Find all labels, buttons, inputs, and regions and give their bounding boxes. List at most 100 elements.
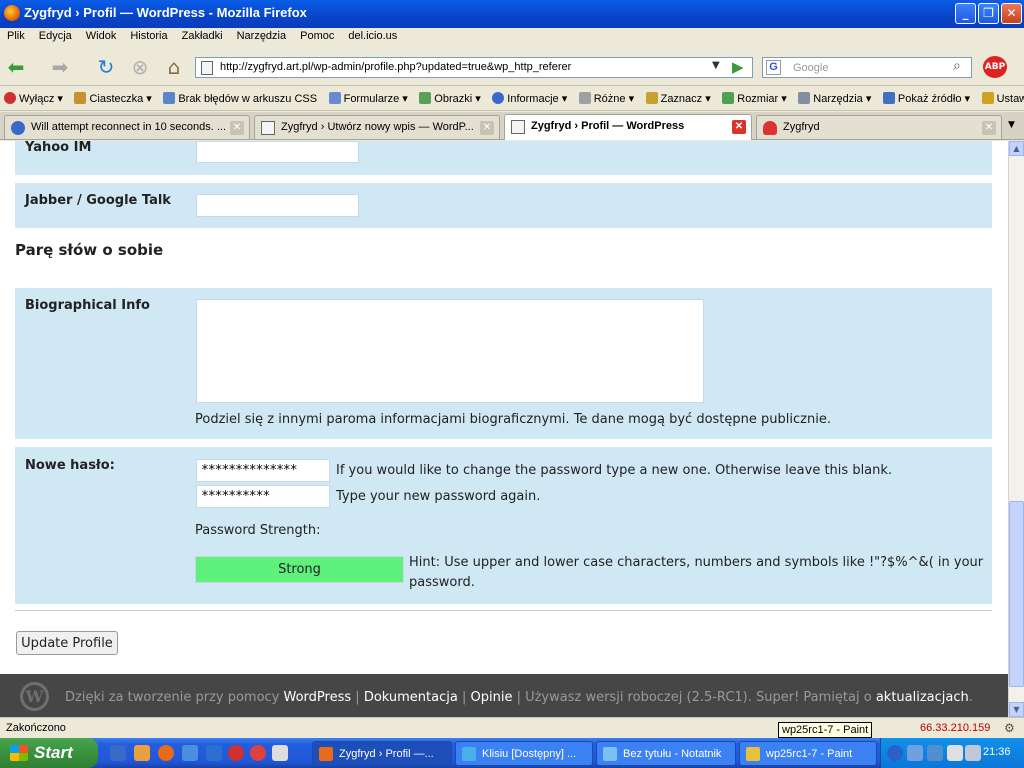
- tray-network-icon[interactable]: [907, 745, 923, 761]
- menu-narzedzia[interactable]: Narzędzia: [230, 28, 294, 44]
- yahoo-input[interactable]: [196, 141, 359, 163]
- footer-feedback-link[interactable]: Opinie: [471, 690, 513, 705]
- menu-plik[interactable]: Plik: [0, 28, 32, 44]
- bio-textarea[interactable]: [196, 299, 704, 403]
- page-icon: [201, 61, 213, 75]
- wordpress-logo-icon: W: [20, 682, 49, 711]
- menu-edycja[interactable]: Edycja: [32, 28, 79, 44]
- reload-icon[interactable]: ↻: [94, 56, 118, 78]
- password-hint: If you would like to change the password…: [336, 463, 893, 478]
- toolbar-item-rozmiar[interactable]: Rozmiar ▾: [718, 87, 791, 105]
- tab-profile[interactable]: Zygfryd › Profil — WordPress ✕: [504, 114, 752, 140]
- minimize-button[interactable]: _: [955, 3, 976, 24]
- quicklaunch-explorer-icon[interactable]: [206, 745, 222, 761]
- toolbar-item-obrazki[interactable]: Obrazki ▾: [415, 87, 484, 105]
- tab-close-icon[interactable]: ✕: [480, 121, 494, 135]
- system-tray: 21:36: [880, 738, 1024, 768]
- tab-reconnect[interactable]: Will attempt reconnect in 10 seconds. ..…: [4, 115, 250, 139]
- quicklaunch-tool-icon[interactable]: [272, 745, 288, 761]
- menu-widok[interactable]: Widok: [79, 28, 124, 44]
- search-box[interactable]: G Google ⌕: [762, 57, 972, 78]
- toolbar-item-ustawienia[interactable]: Ustawien: [978, 87, 1024, 105]
- taskbar-button-messenger[interactable]: Klisiu [Dostępny] ...: [455, 741, 593, 766]
- strength-hint-line-1: Hint: Use upper and lower case character…: [409, 555, 984, 570]
- go-arrow-icon[interactable]: ▶: [732, 58, 744, 76]
- quicklaunch-ie-icon[interactable]: [182, 745, 198, 761]
- home-icon[interactable]: ⌂: [162, 56, 186, 78]
- password-confirm-input[interactable]: **********: [196, 485, 330, 508]
- back-arrow-icon[interactable]: ⬅: [4, 56, 28, 78]
- password-input[interactable]: **************: [196, 459, 330, 482]
- toolbar-item-narzedzia[interactable]: Narzędzia ▾: [794, 87, 875, 105]
- quicklaunch-desktop-icon[interactable]: [110, 745, 126, 761]
- password-confirm-hint: Type your new password again.: [336, 489, 541, 504]
- divider: [15, 610, 992, 611]
- toolbar-item-zaznacz[interactable]: Zaznacz ▾: [642, 87, 715, 105]
- page-content: Yahoo IM Jabber / Google Talk Parę słów …: [0, 141, 1008, 717]
- jabber-label: Jabber / Google Talk: [25, 193, 171, 208]
- address-bar[interactable]: http://zygfryd.art.pl/wp-admin/profile.p…: [195, 57, 753, 78]
- stop-icon[interactable]: ⊗: [128, 56, 152, 78]
- password-row: Nowe hasło: ************** If you would …: [15, 447, 992, 604]
- page-icon: [511, 120, 525, 134]
- menu-delicious[interactable]: del.icio.us: [341, 28, 404, 44]
- maximize-button[interactable]: ❐: [978, 3, 999, 24]
- tray-network2-icon[interactable]: [927, 745, 943, 761]
- menu-historia[interactable]: Historia: [123, 28, 174, 44]
- jabber-row: Jabber / Google Talk: [15, 183, 992, 228]
- toolbar-item-wylacz[interactable]: Wyłącz ▾: [0, 87, 67, 105]
- tab-zygfryd[interactable]: Zygfryd ✕: [756, 115, 1002, 139]
- tab-close-icon[interactable]: ✕: [732, 120, 746, 134]
- footer-docs-link[interactable]: Dokumentacja: [364, 690, 458, 705]
- adblock-icon[interactable]: ABP: [983, 56, 1007, 78]
- status-gear-icon[interactable]: ⚙: [1004, 721, 1015, 735]
- cookie-icon: [74, 92, 87, 104]
- scroll-up-icon[interactable]: ▲: [1009, 141, 1024, 156]
- tab-close-icon[interactable]: ✕: [982, 121, 996, 135]
- windows-logo-icon: [10, 745, 28, 761]
- taskbar-button-notepad[interactable]: Bez tytułu - Notatnik: [596, 741, 736, 766]
- quicklaunch-app-icon[interactable]: [228, 745, 244, 761]
- scroll-down-icon[interactable]: ▼: [1009, 702, 1024, 717]
- footer-updates-link[interactable]: aktualizacjach: [876, 690, 969, 705]
- search-magnifier-icon[interactable]: ⌕: [953, 58, 961, 74]
- scrollbar-thumb[interactable]: [1009, 501, 1024, 687]
- tray-security-icon[interactable]: [947, 745, 963, 761]
- quicklaunch-firefox-icon[interactable]: [158, 745, 174, 761]
- address-url: http://zygfryd.art.pl/wp-admin/profile.p…: [220, 61, 572, 73]
- toolbar-item-pokaz-zrodlo[interactable]: Pokaż źródło ▾: [879, 87, 974, 105]
- toolbar-item-css[interactable]: Brak błędów w arkuszu CSS: [159, 87, 321, 105]
- images-icon: [419, 92, 432, 104]
- taskbar-button-firefox[interactable]: Zygfryd › Profil —...: [312, 741, 452, 766]
- taskbar-button-paint[interactable]: wp25rc1-7 - Paint: [739, 741, 877, 766]
- search-placeholder: Google: [793, 62, 829, 74]
- toolbar-item-informacje[interactable]: Informacje ▾: [488, 87, 571, 105]
- forward-arrow-icon[interactable]: ➡: [48, 56, 72, 78]
- update-profile-button[interactable]: Update Profile: [16, 631, 118, 655]
- status-text: Zakończono: [6, 722, 66, 734]
- password-label: Nowe hasło:: [25, 458, 115, 473]
- tray-volume-icon[interactable]: [965, 745, 981, 761]
- window-title: Zygfryd › Profil — WordPress - Mozilla F…: [24, 5, 307, 20]
- tab-list-arrow-icon[interactable]: ▼: [1008, 120, 1015, 130]
- start-button[interactable]: Start: [0, 738, 98, 768]
- footer-wordpress-link[interactable]: WordPress: [284, 690, 352, 705]
- vertical-scrollbar[interactable]: ▲ ▼: [1008, 141, 1024, 717]
- menu-zakladki[interactable]: Zakładki: [175, 28, 230, 44]
- tab-new-post[interactable]: Zygfryd › Utwórz nowy wpis — WordP... ✕: [254, 115, 500, 139]
- tab-close-icon[interactable]: ✕: [230, 121, 244, 135]
- menu-pomoc[interactable]: Pomoc: [293, 28, 341, 44]
- dropdown-arrow-icon[interactable]: ▼: [712, 60, 720, 71]
- jabber-input[interactable]: [196, 194, 359, 217]
- close-button[interactable]: ✕: [1001, 3, 1022, 24]
- bio-row: Biographical Info Podziel się z innymi p…: [15, 288, 992, 439]
- toolbar-item-rozne[interactable]: Różne ▾: [575, 87, 638, 105]
- quicklaunch-media-icon[interactable]: [250, 745, 266, 761]
- tray-arrow-icon[interactable]: [887, 745, 903, 761]
- forms-icon: [328, 92, 341, 104]
- toolbar-item-ciasteczka[interactable]: Ciasteczka ▾: [70, 87, 155, 105]
- quicklaunch-messenger-icon[interactable]: [134, 745, 150, 761]
- toolbar-item-formularze[interactable]: Formularze ▾: [325, 87, 412, 105]
- google-icon[interactable]: G: [766, 60, 781, 75]
- web-developer-toolbar: Wyłącz ▾ Ciasteczka ▾ Brak błędów w arku…: [0, 87, 1024, 111]
